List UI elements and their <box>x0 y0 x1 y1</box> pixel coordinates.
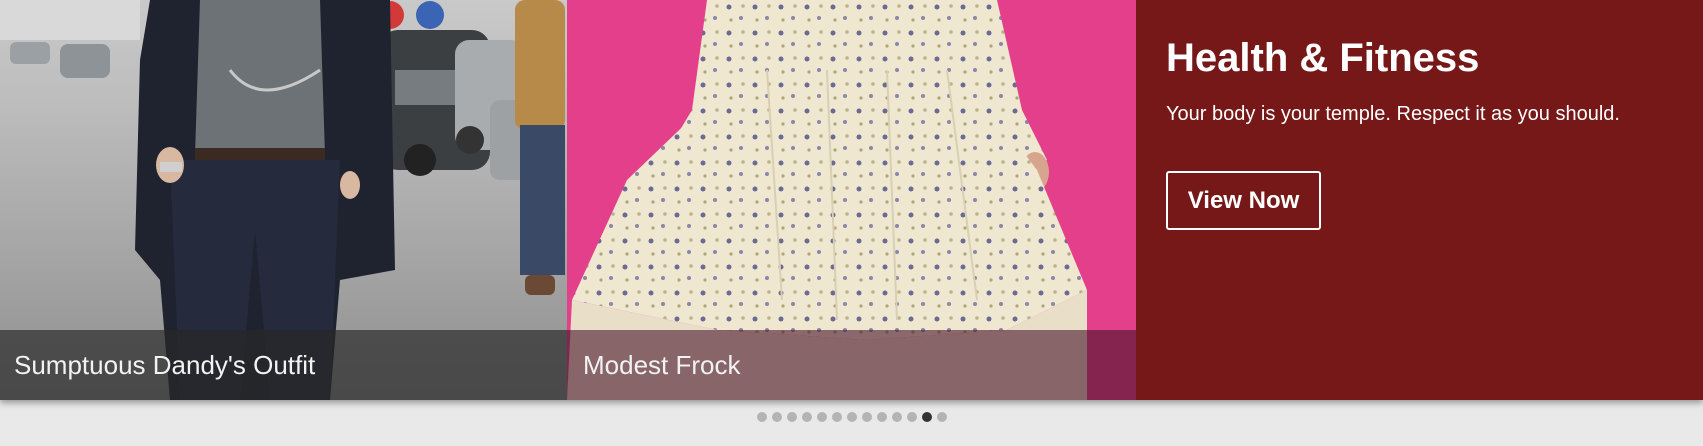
carousel-pagination <box>0 412 1703 422</box>
pagination-dot[interactable] <box>756 412 767 422</box>
product-carousel: Sumptuous Dandy's Outfit Modest Frock He… <box>0 0 1703 400</box>
pagination-dot[interactable] <box>831 412 842 422</box>
view-now-button[interactable]: View Now <box>1166 171 1321 230</box>
pagination-dot[interactable] <box>906 412 917 422</box>
pagination-dot[interactable] <box>816 412 827 422</box>
pagination-dot[interactable] <box>786 412 797 422</box>
pagination-dot[interactable] <box>876 412 887 422</box>
pagination-dot[interactable] <box>936 412 947 422</box>
slide-caption: Modest Frock <box>567 330 1136 400</box>
pagination-dot[interactable] <box>921 412 932 422</box>
promo-panel: Health & Fitness Your body is your templ… <box>1136 0 1703 400</box>
promo-title: Health & Fitness <box>1166 36 1480 80</box>
pagination-dot[interactable] <box>771 412 782 422</box>
slide-caption: Sumptuous Dandy's Outfit <box>0 330 567 400</box>
pagination-dot[interactable] <box>891 412 902 422</box>
promo-subtitle: Your body is your temple. Respect it as … <box>1166 103 1620 125</box>
slide-dandy-outfit[interactable]: Sumptuous Dandy's Outfit <box>0 0 567 400</box>
slide-modest-frock[interactable]: Modest Frock <box>567 0 1136 400</box>
pagination-dot[interactable] <box>846 412 857 422</box>
pagination-dot[interactable] <box>861 412 872 422</box>
pagination-dot[interactable] <box>801 412 812 422</box>
